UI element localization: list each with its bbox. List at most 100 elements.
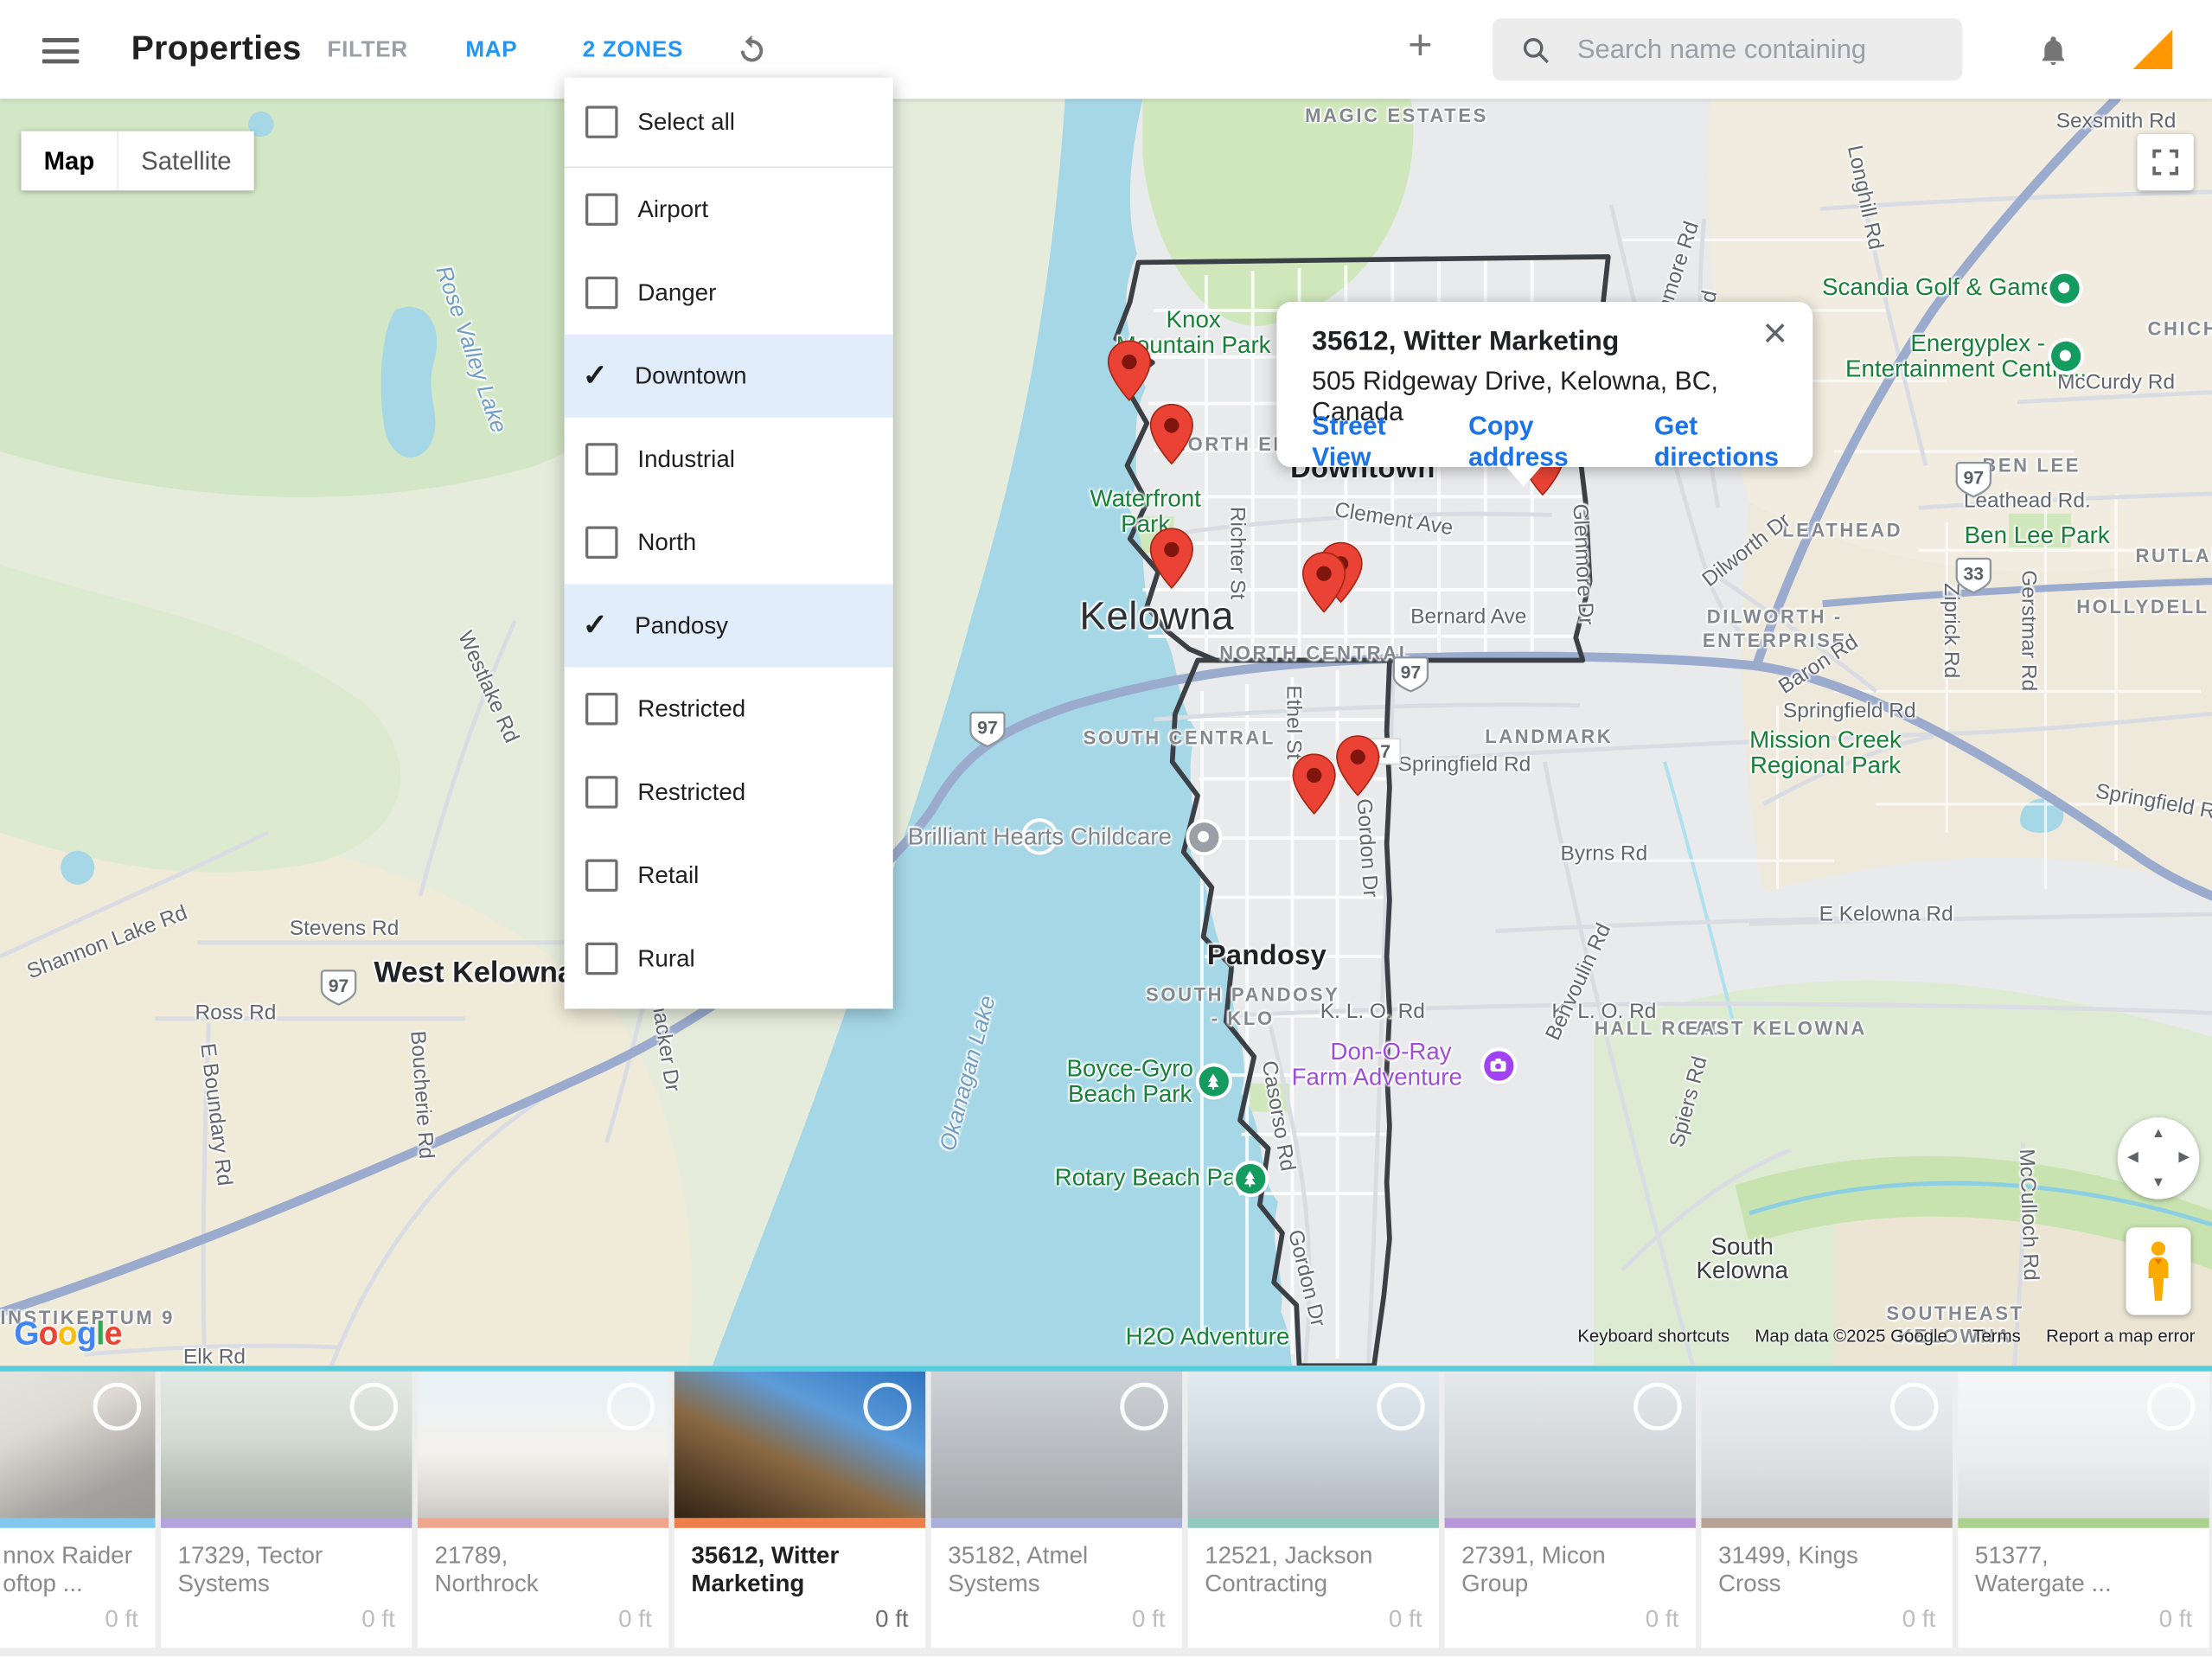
checkbox-unchecked-icon[interactable] (585, 860, 618, 892)
checkbox-unchecked-icon[interactable] (585, 776, 618, 809)
map-type-satellite-button[interactable]: Satellite (117, 131, 253, 191)
card-title-line1: 35612, Witter (691, 1542, 839, 1571)
tab-2-zones[interactable]: 2 ZONES (583, 38, 683, 63)
pegman-icon (2140, 1240, 2177, 1302)
property-card[interactable]: 35182, AtmelSystems0 ft (931, 1372, 1182, 1648)
map-type-map-button[interactable]: Map (21, 131, 117, 191)
map-marker-pin[interactable] (1301, 552, 1346, 614)
zone-row-rural[interactable]: Rural (565, 917, 893, 1000)
tab-filter[interactable]: FILTER (327, 38, 407, 63)
checkbox-unchecked-icon[interactable] (585, 693, 618, 726)
card-title-line2: Contracting (1205, 1571, 1327, 1599)
zone-row-pandosy[interactable]: ✓Pandosy (565, 584, 893, 667)
property-card[interactable]: 35612, WitterMarketing0 ft (674, 1372, 925, 1648)
strip-accent-line (0, 1366, 2212, 1372)
select-circle-icon[interactable] (1890, 1383, 1938, 1430)
map-label: NORTH CENTRAL (1219, 643, 1413, 663)
property-photo (1445, 1372, 1696, 1519)
checkbox-unchecked-icon[interactable] (585, 527, 618, 560)
add-button[interactable]: + (1408, 25, 1433, 67)
map-marker-pin[interactable] (1335, 735, 1379, 797)
orange-triangle-logo[interactable] (2133, 29, 2173, 69)
attribution-item[interactable]: Terms (1972, 1326, 2021, 1346)
map-marker-pin[interactable] (1149, 528, 1193, 590)
map-label: HOLLYDELL (2076, 596, 2209, 617)
select-circle-icon[interactable] (606, 1383, 654, 1430)
zone-row-downtown[interactable]: ✓ Downtown (565, 335, 893, 418)
property-card[interactable]: 27391, MiconGroup0 ft (1445, 1372, 1696, 1648)
card-title-line1: nnox Raider (3, 1542, 132, 1571)
close-icon[interactable]: × (1762, 310, 1787, 358)
fullscreen-button[interactable] (2138, 134, 2194, 190)
card-title-line1: 35182, Atmel (948, 1542, 1088, 1571)
copy-address-link[interactable]: Copy address (1468, 411, 1624, 473)
zone-label: Industrial (637, 445, 735, 474)
card-distance: 0 ft (1389, 1606, 1422, 1635)
select-circle-icon[interactable] (93, 1383, 141, 1430)
zone-row-airport[interactable]: Airport (565, 168, 893, 251)
card-distance: 0 ft (105, 1606, 138, 1635)
checkbox-unchecked-icon[interactable] (585, 943, 618, 976)
hamburger-menu-icon[interactable] (42, 38, 79, 63)
map-label: CHICHE (2147, 318, 2212, 339)
zone-row-restricted[interactable]: Restricted (565, 751, 893, 834)
tab-map[interactable]: MAP (465, 38, 517, 63)
map-marker-pin[interactable] (1149, 404, 1193, 466)
street-view-link[interactable]: Street View (1312, 411, 1439, 473)
card-title-line1: 12521, Jackson (1205, 1542, 1372, 1571)
get-directions-link[interactable]: Get directions (1654, 411, 1812, 473)
property-card[interactable]: 17329, TectorSystems0 ft (161, 1372, 412, 1648)
refresh-icon[interactable] (733, 33, 770, 69)
checkmark-icon[interactable]: ✓ (583, 358, 616, 393)
map-label: K. L. O. Rd (1320, 1000, 1425, 1024)
select-circle-icon[interactable] (1120, 1383, 1167, 1430)
property-card[interactable]: 21789,Northrock0 ft (418, 1372, 668, 1648)
map-info-window: 35612, Witter Marketing 505 Ridgeway Dri… (1276, 302, 1812, 467)
zone-label: Downtown (635, 361, 746, 390)
bell-icon[interactable] (2037, 33, 2070, 75)
checkbox-unchecked-icon[interactable] (585, 106, 618, 138)
zone-row-danger[interactable]: Danger (565, 251, 893, 334)
property-card[interactable]: 51377,Watergate ...0 ft (1958, 1372, 2209, 1648)
map-label: E Kelowna Rd (1819, 902, 1953, 926)
zone-select-all-row[interactable]: Select all (565, 78, 893, 167)
map-label: Stevens Rd (290, 917, 400, 941)
map-canvas[interactable]: MAGIC ESTATESSexsmith RdLonghill RdGlenm… (0, 99, 2212, 1366)
search-icon (1521, 35, 1550, 72)
select-circle-icon[interactable] (863, 1383, 911, 1430)
attribution-item[interactable]: Report a map error (2046, 1326, 2195, 1346)
map-marker-pin[interactable] (1292, 753, 1336, 816)
select-circle-icon[interactable] (1377, 1383, 1424, 1430)
search-input[interactable] (1575, 18, 1947, 83)
map-label: Ziprick Rd (1939, 583, 1963, 678)
map-label: Scandia Golf & Games (1822, 273, 2066, 302)
map-label: Mission Creek (1749, 726, 1902, 755)
attribution-item[interactable]: Keyboard shortcuts (1577, 1326, 1729, 1346)
select-circle-icon[interactable] (2147, 1383, 2195, 1430)
checkbox-unchecked-icon[interactable] (585, 443, 618, 476)
google-logo-letter: G (14, 1315, 38, 1351)
zone-label: Restricted (637, 694, 745, 723)
map-marker-pin[interactable] (1107, 340, 1151, 402)
zone-row-retail[interactable]: Retail (565, 834, 893, 917)
route-badge-33: 33 (1955, 557, 1991, 595)
property-photo (418, 1372, 668, 1519)
zone-row-north[interactable]: North (565, 501, 893, 584)
pan-control[interactable]: ▲ ▼ ◀ ▶ (2118, 1117, 2200, 1200)
card-distance: 0 ft (1646, 1606, 1679, 1635)
category-color-bar (418, 1518, 668, 1527)
select-circle-icon[interactable] (1633, 1383, 1681, 1430)
property-card[interactable]: 31499, KingsCross0 ft (1701, 1372, 1952, 1648)
select-circle-icon[interactable] (350, 1383, 398, 1430)
card-title-line2: oftop ... (3, 1571, 83, 1599)
checkbox-unchecked-icon[interactable] (585, 277, 618, 310)
property-card[interactable]: 12521, JacksonContracting 0 ft (1188, 1372, 1439, 1648)
top-toolbar: Properties FILTERMAP2 ZONES + (0, 0, 2212, 99)
checkmark-icon[interactable]: ✓ (583, 608, 616, 643)
checkbox-unchecked-icon[interactable] (585, 193, 618, 226)
street-view-pegman[interactable] (2126, 1227, 2190, 1315)
zone-row-industrial[interactable]: Industrial (565, 418, 893, 501)
zone-row-restricted[interactable]: Restricted (565, 668, 893, 751)
poi-green-dot-icon (2050, 341, 2080, 370)
property-card[interactable]: nnox Raideroftop ... 0 ft (0, 1372, 155, 1648)
